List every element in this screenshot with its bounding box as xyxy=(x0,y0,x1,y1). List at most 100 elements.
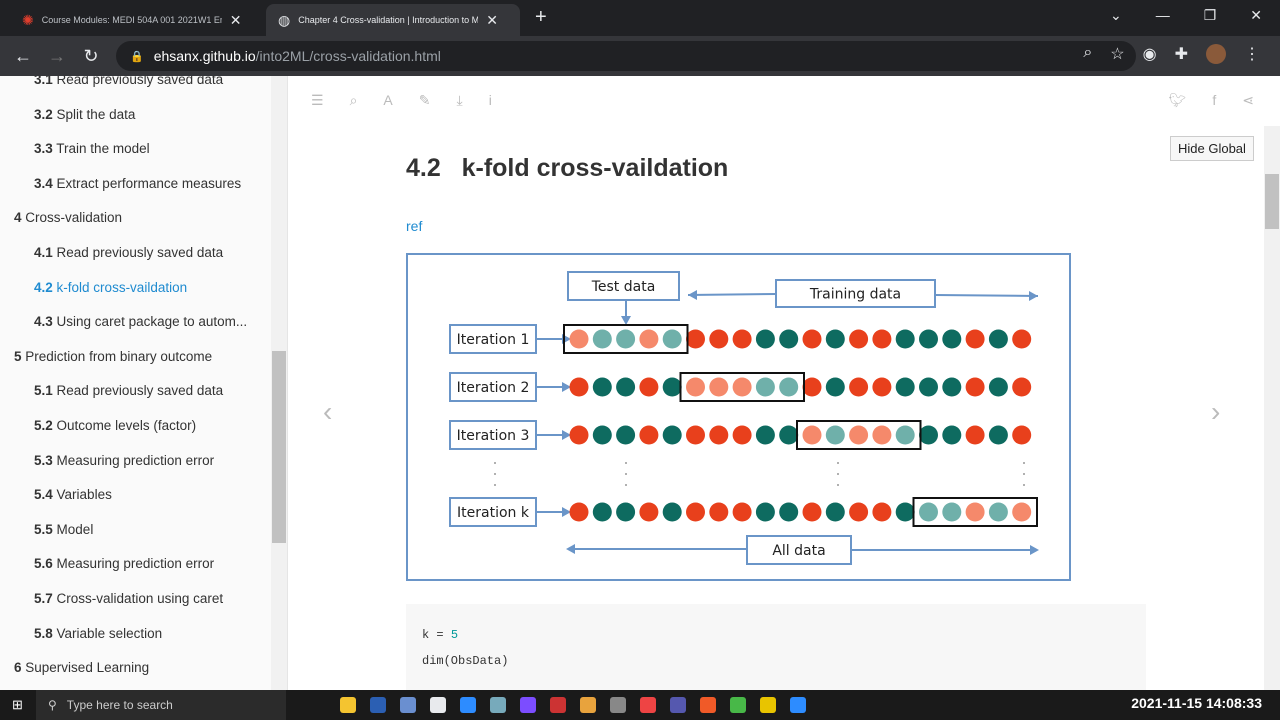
avatar[interactable] xyxy=(1206,44,1226,64)
sidebar-item[interactable]: 4.1 Read previously saved data xyxy=(34,245,223,260)
taskbar-app-icon[interactable] xyxy=(580,697,596,713)
data-point xyxy=(686,502,705,522)
sidebar-item[interactable]: 3.4 Extract performance measures xyxy=(34,176,241,191)
tab-course-modules[interactable]: ✺ Course Modules: MEDI 504A 001 2021W1 E… xyxy=(10,4,265,36)
sidebar-item[interactable]: 3.1 Read previously saved data xyxy=(34,76,223,87)
sidebar-item[interactable]: 5.2 Outcome levels (factor) xyxy=(34,418,196,433)
taskbar-app-icon[interactable] xyxy=(340,697,356,713)
edit-icon[interactable]: ✎ xyxy=(419,92,431,109)
prev-page-arrow[interactable]: ‹ xyxy=(323,396,332,428)
data-point xyxy=(849,425,869,445)
tab-search-icon[interactable]: ⌄ xyxy=(1110,7,1122,24)
zoom-search-icon[interactable]: ⌕ xyxy=(1083,44,1092,64)
kfold-diagram-svg: Test data Training data Iteration 1 Iterati… xyxy=(449,271,1039,565)
sidebar-item[interactable]: 3.3 Train the model xyxy=(34,141,150,156)
taskbar-app-icon[interactable] xyxy=(460,697,476,713)
sidebar-item[interactable]: 5.1 Read previously saved data xyxy=(34,383,223,398)
puzzle-icon[interactable]: ✚ xyxy=(1175,44,1188,64)
taskbar-app-icon[interactable] xyxy=(610,697,626,713)
data-point xyxy=(919,377,938,397)
data-point xyxy=(942,377,962,397)
taskbar-app-icon[interactable] xyxy=(400,697,416,713)
taskbar-app-icon[interactable] xyxy=(430,697,446,713)
kfold-diagram: Test data Training data Iteration 1 Iterati… xyxy=(406,253,1071,581)
taskbar-app-icon[interactable] xyxy=(640,697,656,713)
menu-icon[interactable]: ⋮ xyxy=(1244,44,1260,64)
taskbar-app-icon[interactable] xyxy=(490,697,506,713)
back-button[interactable]: ← xyxy=(6,46,40,67)
tab-bar: ✺ Course Modules: MEDI 504A 001 2021W1 E… xyxy=(0,0,1280,36)
sidebar-item[interactable]: 5.5 Model xyxy=(34,522,93,537)
taskbar-app-icon[interactable] xyxy=(370,697,386,713)
data-point xyxy=(988,329,1008,349)
data-point xyxy=(802,329,822,349)
sidebar-item[interactable]: 5 Prediction from binary outcome xyxy=(14,349,212,364)
share-icon[interactable]: ⋖ xyxy=(1242,92,1254,109)
taskbar-app-icon[interactable] xyxy=(700,697,716,713)
bookmark-star-icon[interactable]: ☆ xyxy=(1110,44,1124,64)
taskbar-app-icon[interactable] xyxy=(790,697,806,713)
new-tab-button[interactable]: + xyxy=(535,6,547,29)
taskbar-app-icon[interactable] xyxy=(550,697,566,713)
windows-start-icon[interactable]: ⊞ xyxy=(12,697,23,713)
data-point xyxy=(988,425,1008,445)
data-point xyxy=(732,377,752,397)
sidebar-item[interactable]: 4.3 Using caret package to autom... xyxy=(34,314,247,329)
hide-global-button[interactable]: Hide Global xyxy=(1170,136,1254,161)
reload-button[interactable]: ↻ xyxy=(74,46,108,67)
forward-button[interactable]: → xyxy=(40,46,74,67)
taskbar-app-icon[interactable] xyxy=(730,697,746,713)
info-icon[interactable]: i xyxy=(489,92,492,109)
taskbar-app-icon[interactable] xyxy=(670,697,686,713)
twitter-icon[interactable]: 🐦︎ xyxy=(1169,92,1187,109)
tab-chapter-4[interactable]: ◍ Chapter 4 Cross-validation | Introduct… xyxy=(266,4,520,36)
sidebar-item[interactable]: 3.2 Split the data xyxy=(34,107,135,122)
data-point xyxy=(872,502,892,522)
font-icon[interactable]: A xyxy=(383,92,392,109)
data-point xyxy=(802,425,822,445)
data-point xyxy=(592,329,612,349)
main-scroll-thumb[interactable] xyxy=(1265,174,1279,229)
extension-icon[interactable]: ◉ xyxy=(1143,44,1157,64)
data-point xyxy=(662,377,682,397)
data-point xyxy=(755,329,775,349)
sidebar-scroll-thumb[interactable] xyxy=(272,351,286,543)
sidebar-item[interactable]: 4.2 k-fold cross-vaildation xyxy=(34,280,187,295)
sidebar-item[interactable]: 4 Cross-validation xyxy=(14,210,122,225)
sidebar-item[interactable]: 5.7 Cross-validation using caret xyxy=(34,591,223,606)
sidebar-item[interactable]: 5.8 Variable selection xyxy=(34,626,162,641)
data-point xyxy=(616,425,636,445)
data-point xyxy=(872,329,892,349)
url-field[interactable]: 🔒 ehsanx.github.io/into2ML/cross-validat… xyxy=(116,41,1136,71)
sidebar-item[interactable]: 5.4 Variables xyxy=(34,487,112,502)
taskbar-app-icon[interactable] xyxy=(760,697,776,713)
toc-toggle-icon[interactable]: ☰ xyxy=(311,92,324,109)
data-point xyxy=(686,329,705,349)
data-point xyxy=(732,502,752,522)
sidebar-item[interactable]: 5.6 Measuring prediction error xyxy=(34,556,214,571)
restore-button[interactable]: ❐ xyxy=(1204,7,1217,24)
sidebar-item[interactable]: 6 Supervised Learning xyxy=(14,660,149,675)
data-point xyxy=(639,377,659,397)
next-page-arrow[interactable]: › xyxy=(1211,396,1220,428)
data-point xyxy=(592,377,612,397)
data-point xyxy=(965,377,985,397)
search-icon[interactable]: ⌕ xyxy=(350,92,358,109)
data-point xyxy=(616,377,636,397)
main-content: ☰ ⌕ A ✎ ⤓ i 🐦︎ f ⋖ Hide Global 4.2 k-fol… xyxy=(289,76,1280,694)
data-point xyxy=(779,425,799,445)
test-data-label: Test data xyxy=(591,279,656,295)
download-icon[interactable]: ⤓ xyxy=(456,92,462,109)
close-tab-icon[interactable]: ✕ xyxy=(230,12,242,29)
taskbar-search[interactable]: ⚲ Type here to search xyxy=(36,690,286,720)
minimize-button[interactable]: — xyxy=(1156,7,1170,24)
data-point xyxy=(616,502,636,522)
data-point xyxy=(662,425,682,445)
facebook-icon[interactable]: f xyxy=(1212,92,1216,109)
address-bar: ← → ↻ 🔒 ehsanx.github.io/into2ML/cross-v… xyxy=(0,36,1280,76)
close-tab-icon[interactable]: ✕ xyxy=(486,12,498,29)
taskbar-app-icon[interactable] xyxy=(520,697,536,713)
ref-link[interactable]: ref xyxy=(406,218,422,234)
sidebar-item[interactable]: 5.3 Measuring prediction error xyxy=(34,453,214,468)
close-window-button[interactable]: ✕ xyxy=(1250,7,1262,24)
